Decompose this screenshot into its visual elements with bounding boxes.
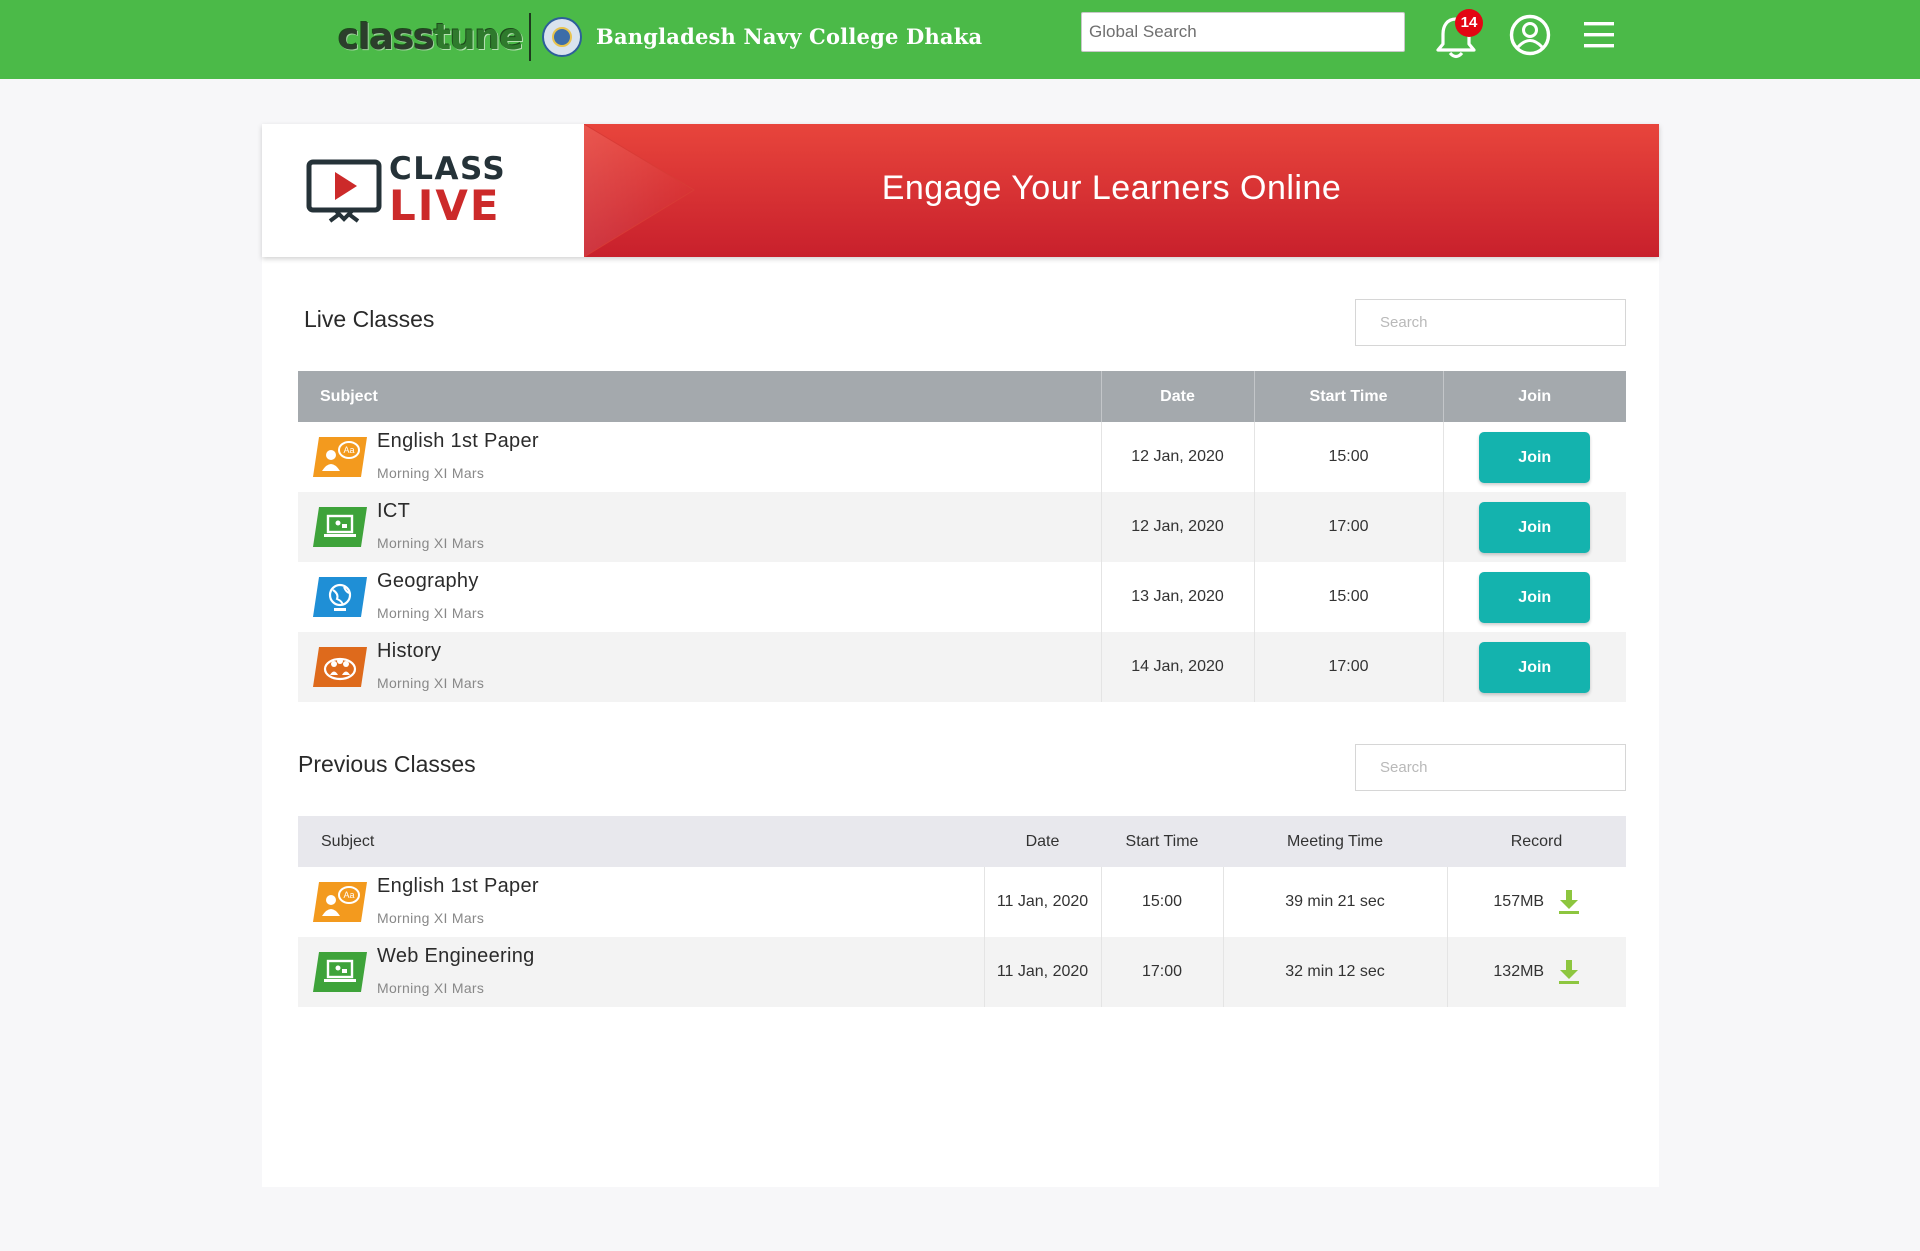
notification-count-badge: 14 — [1455, 9, 1483, 37]
geography-icon — [313, 577, 367, 617]
download-icon[interactable] — [1558, 889, 1580, 915]
column-header-subject: Subject — [298, 816, 984, 867]
english-icon: Aa — [313, 437, 367, 477]
table-row: ICT Morning XI Mars 12 Jan, 2020 17:00 J… — [298, 492, 1626, 562]
record-size: 132MB — [1493, 963, 1545, 980]
college-crest-icon — [542, 17, 582, 57]
live-classes-search-input[interactable] — [1355, 299, 1626, 346]
subject-name: English 1st Paper — [377, 875, 539, 897]
table-header-row: Subject Date Start Time Meeting Time Rec… — [298, 816, 1626, 867]
column-header-subject: Subject — [298, 371, 1102, 422]
join-button[interactable]: Join — [1479, 501, 1591, 553]
table-row: Web Engineering Morning XI Mars 11 Jan, … — [298, 937, 1626, 1007]
subject-name: Geography — [377, 570, 479, 592]
live-classes-title: Live Classes — [304, 306, 435, 332]
column-header-start-time: Start Time — [1254, 371, 1444, 422]
join-cell: Join — [1443, 422, 1626, 492]
history-icon — [313, 647, 367, 687]
hamburger-menu-icon[interactable] — [1583, 20, 1615, 50]
subject-cell: Geography Morning XI Mars — [298, 562, 1102, 632]
column-header-start-time: Start Time — [1101, 816, 1223, 867]
table-row: Aa English 1st Paper Morning XI Mars 12 … — [298, 422, 1626, 492]
banner-tagline-area: Engage Your Learners Online — [584, 124, 1659, 257]
subject-cell: Aa English 1st Paper Morning XI Mars — [298, 422, 1102, 492]
previous-classes-search-input[interactable] — [1355, 744, 1626, 791]
start-time-cell: 17:00 — [1254, 492, 1444, 562]
start-time-cell: 15:00 — [1101, 867, 1224, 937]
subject-name: Web Engineering — [377, 945, 535, 967]
ict-icon — [313, 507, 367, 547]
start-time-cell: 15:00 — [1254, 422, 1444, 492]
banner-tagline: Engage Your Learners Online — [881, 169, 1342, 207]
class-live-card: CLASS LIVE Engage Your Learners Online L… — [262, 124, 1659, 1187]
class-live-logo: CLASS LIVE — [262, 124, 584, 257]
class-section: Morning XI Mars — [377, 465, 485, 481]
start-time-cell: 15:00 — [1254, 562, 1444, 632]
subject-name: History — [377, 640, 442, 662]
user-profile-icon[interactable] — [1509, 14, 1551, 56]
join-button[interactable]: Join — [1479, 431, 1591, 483]
table-row: Geography Morning XI Mars 13 Jan, 2020 1… — [298, 562, 1626, 632]
start-time-cell: 17:00 — [1254, 632, 1444, 702]
top-navbar: classtune Bangladesh Navy College Dhaka … — [0, 0, 1920, 79]
ict-icon — [313, 952, 367, 992]
class-section: Morning XI Mars — [377, 605, 485, 621]
subject-cell: Web Engineering Morning XI Mars — [298, 937, 985, 1007]
date-cell: 14 Jan, 2020 — [1101, 632, 1255, 702]
live-classes-table: Subject Date Start Time Join Aa English … — [298, 371, 1626, 702]
column-header-record: Record — [1447, 816, 1626, 867]
table-header-row: Subject Date Start Time Join — [298, 371, 1626, 422]
join-cell: Join — [1443, 632, 1626, 702]
start-time-cell: 17:00 — [1101, 937, 1224, 1007]
class-section: Morning XI Mars — [377, 675, 485, 691]
column-header-date: Date — [984, 816, 1101, 867]
previous-classes-table: Subject Date Start Time Meeting Time Rec… — [298, 816, 1626, 1007]
meeting-time-cell: 39 min 21 sec — [1223, 867, 1448, 937]
column-header-join: Join — [1443, 371, 1626, 422]
record-size: 157MB — [1493, 893, 1545, 910]
date-cell: 11 Jan, 2020 — [984, 937, 1102, 1007]
record-cell: 132MB — [1447, 937, 1626, 1007]
class-section: Morning XI Mars — [377, 910, 485, 926]
college-name: Bangladesh Navy College Dhaka — [596, 24, 983, 49]
date-cell: 11 Jan, 2020 — [984, 867, 1102, 937]
record-cell: 157MB — [1447, 867, 1626, 937]
subject-name: ICT — [377, 500, 411, 522]
class-section: Morning XI Mars — [377, 980, 485, 996]
date-cell: 13 Jan, 2020 — [1101, 562, 1255, 632]
subject-name: English 1st Paper — [377, 430, 539, 452]
table-row: History Morning XI Mars 14 Jan, 2020 17:… — [298, 632, 1626, 702]
previous-classes-title: Previous Classes — [298, 751, 476, 777]
class-live-banner: CLASS LIVE Engage Your Learners Online — [262, 124, 1659, 257]
join-button[interactable]: Join — [1479, 571, 1591, 623]
subject-cell: History Morning XI Mars — [298, 632, 1102, 702]
svg-text:Aa: Aa — [343, 890, 354, 900]
date-cell: 12 Jan, 2020 — [1101, 492, 1255, 562]
join-cell: Join — [1443, 492, 1626, 562]
meeting-time-cell: 32 min 12 sec — [1223, 937, 1448, 1007]
join-button[interactable]: Join — [1479, 641, 1591, 693]
classtune-logo[interactable]: classtune — [338, 16, 524, 60]
subject-cell: ICT Morning XI Mars — [298, 492, 1102, 562]
subject-cell: Aa English 1st Paper Morning XI Mars — [298, 867, 985, 937]
english-icon: Aa — [313, 882, 367, 922]
global-search-input[interactable] — [1081, 12, 1405, 52]
download-icon[interactable] — [1558, 959, 1580, 985]
live-tv-icon — [306, 159, 382, 223]
logo-divider — [529, 13, 531, 61]
class-live-logo-line2: LIVE — [389, 181, 501, 230]
date-cell: 12 Jan, 2020 — [1101, 422, 1255, 492]
svg-text:Aa: Aa — [343, 445, 354, 455]
column-header-date: Date — [1101, 371, 1255, 422]
table-row: Aa English 1st Paper Morning XI Mars 11 … — [298, 867, 1626, 937]
class-section: Morning XI Mars — [377, 535, 485, 551]
join-cell: Join — [1443, 562, 1626, 632]
column-header-meeting-time: Meeting Time — [1223, 816, 1447, 867]
